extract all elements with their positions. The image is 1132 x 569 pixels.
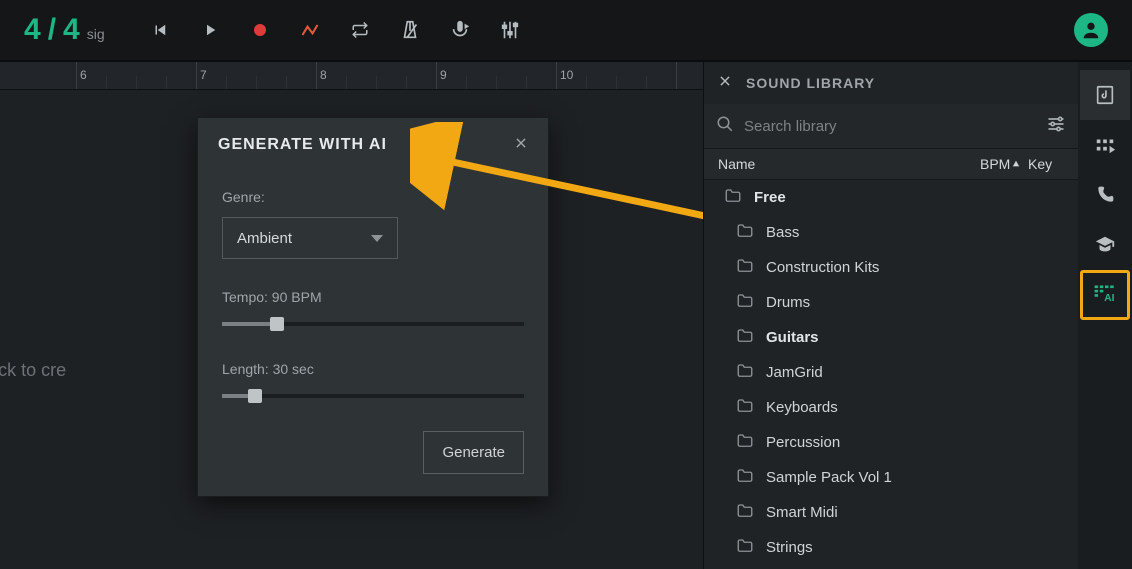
right-rail: AI: [1078, 62, 1132, 569]
library-folder-label: Bass: [766, 224, 799, 241]
library-folder-label: Guitars: [766, 329, 819, 346]
library-folder[interactable]: Drums: [704, 285, 1078, 320]
rail-library-button[interactable]: [1080, 70, 1130, 120]
length-label: Length: 30 sec: [222, 361, 524, 377]
top-toolbar: 4 / 4 sig: [0, 0, 1132, 62]
folder-icon: [736, 537, 754, 559]
slider-thumb[interactable]: [270, 317, 284, 331]
timeline[interactable]: 6 7 8 9 10 here or d: [0, 62, 703, 569]
library-folder[interactable]: JamGrid: [704, 355, 1078, 390]
folder-icon: [736, 222, 754, 244]
rail-education-button[interactable]: [1080, 220, 1130, 270]
sig-numerator: 4: [24, 13, 42, 47]
col-bpm[interactable]: BPM: [980, 156, 1028, 172]
chevron-down-icon: [371, 235, 383, 242]
time-signature[interactable]: 4 / 4 sig: [24, 13, 105, 47]
mixer-button[interactable]: [485, 0, 535, 61]
folder-icon: [736, 397, 754, 419]
loop-button[interactable]: [335, 0, 385, 61]
library-folder-label: Strings: [766, 539, 813, 556]
col-name[interactable]: Name: [718, 156, 980, 172]
library-folder[interactable]: Sample Pack Vol 1: [704, 460, 1078, 495]
dialog-close-button[interactable]: [514, 134, 528, 155]
folder-icon: [736, 432, 754, 454]
automation-button[interactable]: [285, 0, 335, 61]
search-icon: [716, 115, 734, 138]
tick-label: 6: [80, 68, 87, 82]
play-button[interactable]: [185, 0, 235, 61]
folder-icon: [736, 502, 754, 524]
rail-phone-button[interactable]: [1080, 170, 1130, 220]
library-folder[interactable]: Bass: [704, 215, 1078, 250]
library-folder[interactable]: Strings: [704, 530, 1078, 565]
folder-icon: [736, 257, 754, 279]
skip-back-button[interactable]: [135, 0, 185, 61]
library-folder-label: Smart Midi: [766, 504, 838, 521]
tempo-label: Tempo: 90 BPM: [222, 289, 524, 305]
tick-label: 8: [320, 68, 327, 82]
library-folder-label: Construction Kits: [766, 259, 879, 276]
filter-icon[interactable]: [1046, 114, 1066, 139]
mic-voice-button[interactable]: [435, 0, 485, 61]
metronome-button[interactable]: [385, 0, 435, 61]
library-folder[interactable]: Keyboards: [704, 390, 1078, 425]
slider-thumb[interactable]: [248, 389, 262, 403]
library-folder[interactable]: Smart Midi: [704, 495, 1078, 530]
length-slider[interactable]: [222, 389, 524, 403]
library-folder-label: Sample Pack Vol 1: [766, 469, 892, 486]
library-search-input[interactable]: [744, 118, 1036, 135]
main-area: 6 7 8 9 10 here or d: [0, 62, 1132, 569]
col-key[interactable]: Key: [1028, 156, 1064, 172]
rail-pattern-button[interactable]: [1080, 120, 1130, 170]
library-list[interactable]: Free Bass Construction Kits Drums Guitars Jam…: [704, 180, 1078, 569]
dialog-header: GENERATE WITH AI: [198, 118, 548, 171]
library-folder-label: Keyboards: [766, 399, 838, 416]
library-folder[interactable]: Percussion: [704, 425, 1078, 460]
generate-ai-dialog: GENERATE WITH AI Genre: Ambient Tempo: 9…: [197, 117, 549, 497]
folder-icon: [736, 467, 754, 489]
user-avatar[interactable]: [1074, 13, 1108, 47]
library-folder[interactable]: Construction Kits: [704, 250, 1078, 285]
timeline-ruler[interactable]: 6 7 8 9 10: [0, 62, 703, 90]
genre-label: Genre:: [222, 189, 524, 205]
tick-label: 7: [200, 68, 207, 82]
folder-icon: [736, 362, 754, 384]
library-folder-label: Percussion: [766, 434, 840, 451]
rail-ai-button[interactable]: AI: [1080, 270, 1130, 320]
tick-label: 9: [440, 68, 447, 82]
track-placeholder: here or double click to cre: [0, 360, 66, 381]
tick-label: 10: [560, 68, 573, 82]
sound-library-panel: SOUND LIBRARY Name BPM Key Free Bass Const…: [703, 62, 1078, 569]
library-title: SOUND LIBRARY: [746, 75, 875, 91]
sig-slash: /: [48, 13, 57, 47]
genre-value: Ambient: [237, 230, 292, 247]
folder-icon: [724, 187, 742, 209]
genre-select[interactable]: Ambient: [222, 217, 398, 259]
library-folder-label: Free: [754, 189, 786, 206]
sig-denominator: 4: [63, 13, 81, 47]
library-folder[interactable]: Free: [704, 180, 1078, 215]
library-close-button[interactable]: [718, 74, 732, 93]
svg-text:AI: AI: [1104, 293, 1115, 304]
sig-label: sig: [87, 26, 105, 42]
record-button[interactable]: [235, 0, 285, 61]
folder-icon: [736, 327, 754, 349]
folder-icon: [736, 292, 754, 314]
library-columns: Name BPM Key: [704, 148, 1078, 180]
dialog-title: GENERATE WITH AI: [218, 136, 387, 154]
library-folder-label: Drums: [766, 294, 810, 311]
generate-button[interactable]: Generate: [423, 431, 524, 474]
tempo-slider[interactable]: [222, 317, 524, 331]
library-folder-label: JamGrid: [766, 364, 823, 381]
library-folder[interactable]: Guitars: [704, 320, 1078, 355]
